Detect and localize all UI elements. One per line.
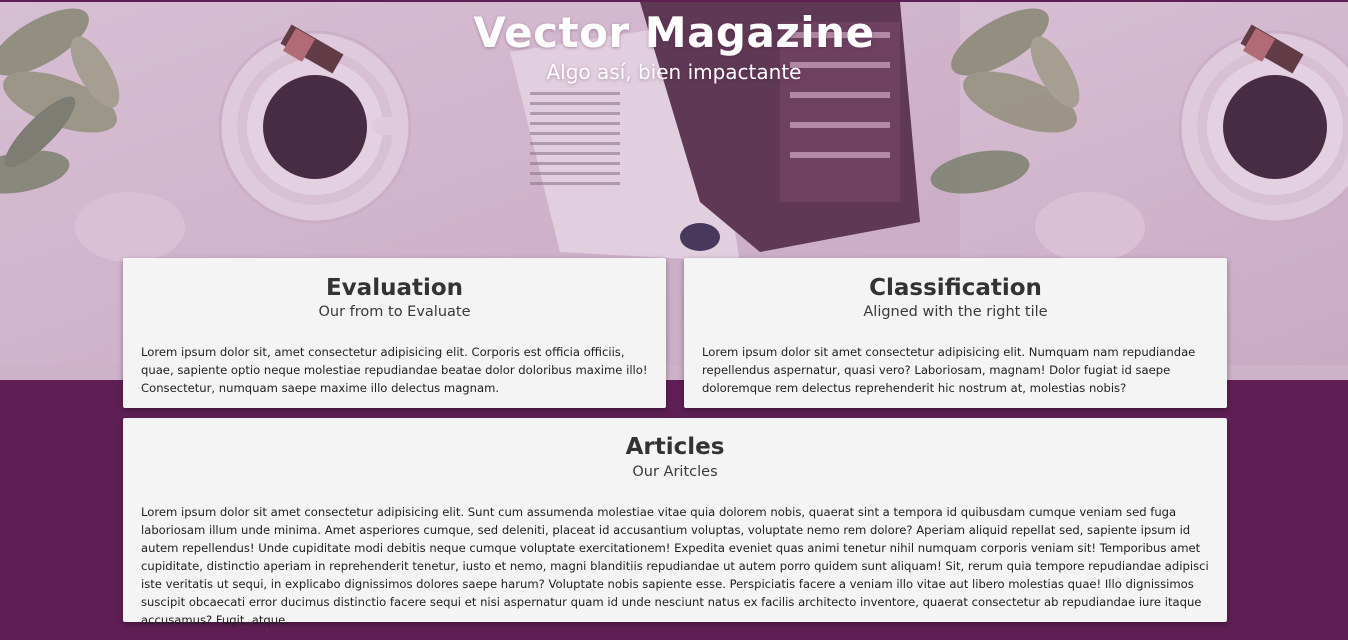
card-subtitle: Aligned with the right tile [863, 304, 1048, 320]
card-title: Articles [625, 434, 725, 460]
articles-card: Articles Our Aritcles Lorem ipsum dolor … [123, 418, 1227, 627]
site-title: Vector Magazine [473, 8, 875, 57]
card-body: Lorem ipsum dolor sit, amet consectetur … [141, 345, 648, 395]
card-subtitle: Our from to Evaluate [318, 304, 471, 320]
card-subtitle: Our Aritcles [632, 464, 718, 480]
classification-card: Classification Aligned with the right ti… [684, 258, 1227, 408]
site-subtitle: Algo así, bien impactante [546, 60, 802, 84]
card-title: Classification [869, 275, 1042, 301]
card-body: Lorem ipsum dolor sit amet consectetur a… [702, 345, 1196, 395]
evaluation-card: Evaluation Our from to Evaluate Lorem ip… [123, 258, 666, 408]
card-title: Evaluation [325, 275, 464, 301]
card-body: Lorem ipsum dolor sit amet consectetur a… [141, 505, 1209, 627]
page: Vector Magazine Algo así, bien impactant… [0, 0, 1348, 640]
